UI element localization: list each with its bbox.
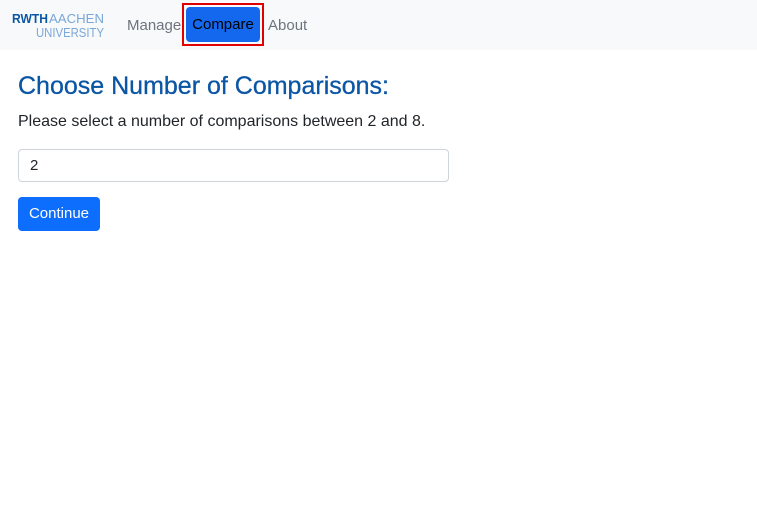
rwth-logo[interactable]: RWTH AACHEN UNIVERSITY [12,11,105,39]
page-title: Choose Number of Comparisons: [18,72,389,100]
continue-button[interactable]: Continue [18,197,100,231]
nav-about[interactable]: About [268,17,307,34]
comparisons-number-input[interactable] [18,149,449,182]
navbar: RWTH AACHEN UNIVERSITY Manage Compare Ab… [0,0,757,50]
svg-text:UNIVERSITY: UNIVERSITY [36,25,104,39]
nav-manage[interactable]: Manage [127,17,181,34]
nav-compare[interactable]: Compare [186,7,260,42]
svg-text:RWTH: RWTH [12,11,48,26]
instructions-text: Please select a number of comparisons be… [18,113,426,130]
svg-text:AACHEN: AACHEN [49,11,104,26]
